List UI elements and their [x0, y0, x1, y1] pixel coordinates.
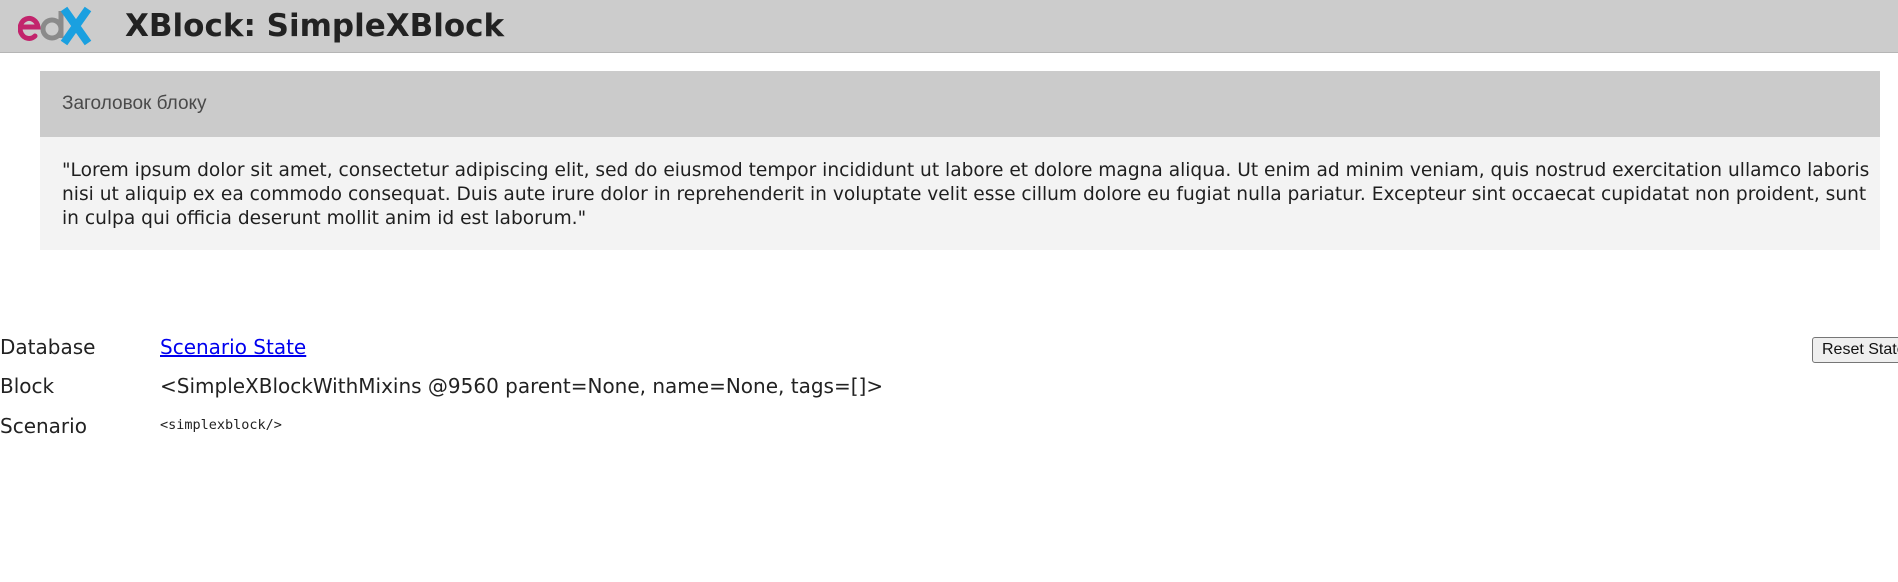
block-content: "Lorem ipsum dolor sit amet, consectetur…: [40, 137, 1880, 250]
block-header-title: Заголовок блоку: [62, 93, 207, 114]
top-header: XBlock: SimpleXBlock: [0, 0, 1898, 53]
block-value: <SimpleXBlockWithMixins @9560 parent=Non…: [160, 374, 884, 398]
block-header: Заголовок блоку: [40, 71, 1880, 137]
block-content-text: "Lorem ipsum dolor sit amet, consectetur…: [62, 160, 1870, 229]
scenario-state-link[interactable]: Scenario State: [160, 335, 306, 359]
scenario-value: <simplexblock/>: [160, 417, 282, 433]
block-label: Block: [0, 374, 55, 398]
scenario-label: Scenario: [0, 414, 87, 438]
database-label: Database: [0, 335, 96, 359]
page-title: XBlock: SimpleXBlock: [125, 8, 505, 44]
edx-logo: [18, 6, 92, 46]
reset-state-button[interactable]: Reset State: [1812, 337, 1898, 363]
